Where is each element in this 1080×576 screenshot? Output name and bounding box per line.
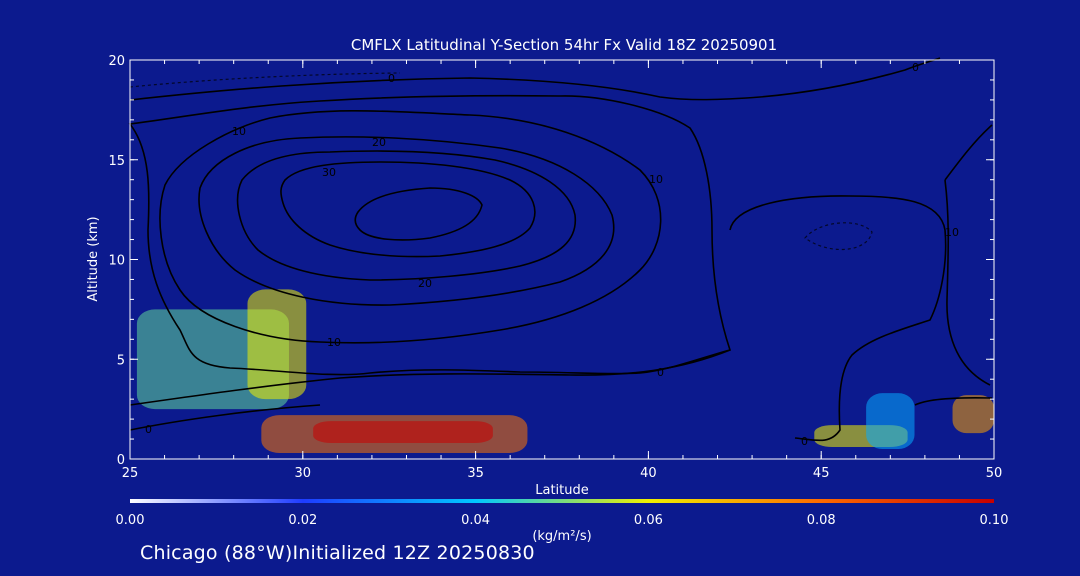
contour-label: 30 bbox=[322, 166, 336, 179]
contour-line bbox=[280, 161, 536, 258]
colorbar bbox=[130, 499, 994, 503]
contour-label: 20 bbox=[418, 277, 432, 290]
contour-line bbox=[944, 179, 991, 386]
y-tick-label: 0 bbox=[117, 453, 125, 468]
contour-label: 20 bbox=[372, 136, 386, 149]
colorbar-tick-label: 0.00 bbox=[116, 513, 145, 528]
x-tick-label: 35 bbox=[467, 466, 484, 481]
y-tick-label: 20 bbox=[108, 54, 125, 69]
x-axis-label: Latitude bbox=[535, 483, 589, 498]
x-tick-label: 50 bbox=[986, 466, 1003, 481]
y-tick-label: 10 bbox=[108, 254, 125, 269]
colorbar-units: (kg/m²/s) bbox=[532, 529, 591, 544]
contour-line bbox=[944, 124, 993, 181]
x-tick-label: 25 bbox=[122, 466, 139, 481]
chart-title: CMFLX Latitudinal Y-Section 54hr Fx Vali… bbox=[351, 36, 777, 54]
contour-label: 0 bbox=[657, 366, 664, 379]
footer-caption: Chicago (88°W)Initialized 12Z 20250830 bbox=[140, 542, 535, 564]
x-tick-label: 45 bbox=[813, 466, 830, 481]
contour-label: 0 bbox=[912, 61, 919, 74]
field-region bbox=[313, 421, 493, 444]
colorbar-tick-label: 0.02 bbox=[288, 513, 317, 528]
chart: CMFLX Latitudinal Y-Section 54hr Fx Vali… bbox=[86, 36, 1009, 544]
colorbar-tick-label: 0.08 bbox=[807, 513, 836, 528]
x-tick-label: 40 bbox=[640, 466, 657, 481]
contour-label: 10 bbox=[327, 336, 341, 349]
y-tick-label: 5 bbox=[117, 353, 125, 368]
y-tick-label: 15 bbox=[108, 154, 125, 169]
colorbar-ticks: 0.00 0.02 0.04 0.06 0.08 0.10 bbox=[116, 513, 1009, 528]
contour-line bbox=[129, 57, 941, 101]
contour-label: 10 bbox=[649, 173, 663, 186]
contour-label: 0 bbox=[145, 423, 152, 436]
field-region bbox=[866, 393, 915, 450]
contour-line bbox=[129, 72, 401, 88]
contour-line bbox=[804, 222, 873, 251]
colorbar-tick-label: 0.06 bbox=[634, 513, 663, 528]
contour-label: 0 bbox=[801, 435, 808, 448]
colorbar-tick-label: 0.10 bbox=[980, 513, 1009, 528]
y-axis-label: Altitude (km) bbox=[86, 216, 101, 301]
contour-line bbox=[159, 110, 662, 344]
contour-line bbox=[354, 187, 483, 241]
colorbar-tick-label: 0.04 bbox=[461, 513, 490, 528]
x-tick-label: 30 bbox=[295, 466, 312, 481]
contour-label: 10 bbox=[945, 226, 959, 239]
contour-label: 0 bbox=[388, 72, 395, 85]
contour-label: 10 bbox=[232, 125, 246, 138]
field-region bbox=[952, 395, 994, 434]
